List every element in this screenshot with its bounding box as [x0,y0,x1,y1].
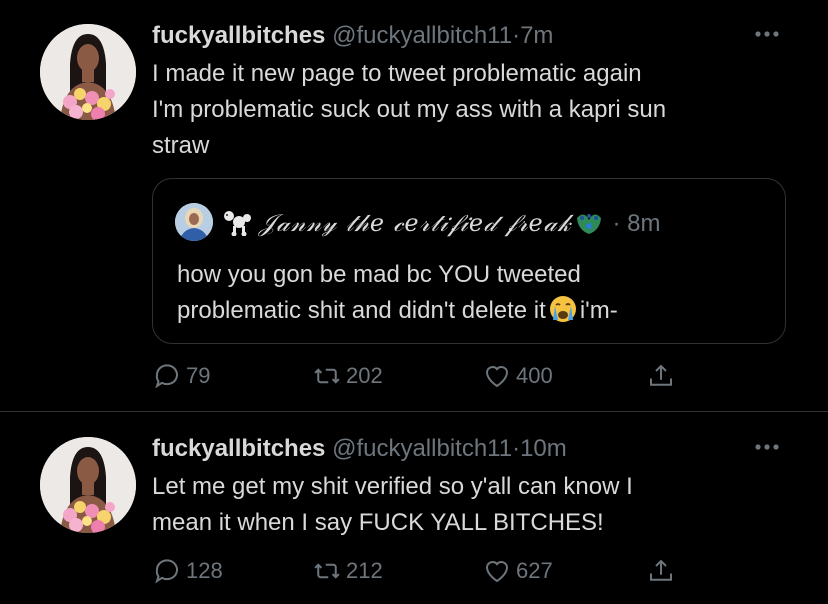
more-icon[interactable] [752,26,782,42]
quoted-text: how you gon be mad bc YOU tweeted proble… [177,257,767,329]
retweet-icon [314,563,340,579]
like-count: 400 [516,363,553,388]
share-icon [650,559,672,581]
timestamp[interactable]: 7m [520,22,553,49]
peacock-icon [576,214,601,234]
divider [0,411,828,412]
quoted-text-line: how you gon be mad bc YOU tweeted [177,261,581,288]
quoted-tweet[interactable]: 𝒥𝒶𝓃𝓃𝓎 𝓉𝒽𝑒 𝒸𝑒𝓇𝓉𝒾𝒻𝒾𝑒𝒹 𝒻𝓇𝑒𝒶𝓀 · 8m how you g… [152,178,786,344]
retweet-button[interactable]: 212 [312,553,383,589]
like-button[interactable]: 627 [482,553,553,589]
reply-count: 128 [186,558,223,583]
reply-icon [155,559,178,584]
separator: · [512,22,521,49]
retweet-count: 202 [346,363,383,388]
tweet-text-line: I'm problematic suck out my ass with a k… [152,96,667,123]
tweet-text-line: mean it when I say FUCK YALL BITCHES! [152,509,604,536]
tweet[interactable]: fuckyallbitches @fuckyallbitch11·7m I ma… [0,0,828,412]
timestamp[interactable]: 10m [520,435,567,462]
tweet-text: Let me get my shit verified so y'all can… [152,469,772,541]
retweet-count: 212 [346,558,383,583]
like-count: 627 [516,558,553,583]
reply-button[interactable]: 79 [152,358,210,394]
avatar[interactable] [40,437,136,533]
handle[interactable]: @fuckyallbitch11 [332,435,512,462]
more-icon[interactable] [752,439,782,455]
display-name[interactable]: fuckyallbitches [152,435,325,462]
poodle-icon [224,211,251,236]
quoted-text-segment: problematic shit and didn't delete it [177,297,546,324]
action-bar: 79 202 400 [152,358,752,394]
display-name[interactable]: fuckyallbitches [152,22,325,49]
heart-icon [485,366,509,388]
share-button[interactable] [646,358,680,394]
share-icon [650,364,672,386]
quoted-timestamp[interactable]: 8m [627,210,660,237]
tweet-text-line: I made it new page to tweet problematic … [152,60,642,87]
action-bar: 128 212 627 [152,553,752,589]
crying-face-icon [549,296,576,322]
quoted-display-name[interactable]: 𝒥𝒶𝓃𝓃𝓎 𝓉𝒽𝑒 𝒸𝑒𝓇𝓉𝒾𝒻𝒾𝑒𝒹 𝒻𝓇𝑒𝒶𝓀 [259,209,572,237]
reply-count: 79 [186,363,211,388]
retweet-icon [314,368,340,384]
handle[interactable]: @fuckyallbitch11 [332,22,512,49]
reply-button[interactable]: 128 [152,553,223,589]
separator: · [512,435,521,462]
tweet-text-line: straw [152,132,210,159]
share-button[interactable] [646,553,680,589]
tweet[interactable]: fuckyallbitches @fuckyallbitch11·10m Let… [0,413,828,604]
separator: · [612,210,621,237]
reply-icon [155,364,178,389]
tweet-text: I made it new page to tweet problematic … [152,56,772,164]
tweet-text-line: Let me get my shit verified so y'all can… [152,473,633,500]
quoted-text-line: problematic shit and didn't delete it i'… [177,293,767,329]
like-button[interactable]: 400 [482,358,553,394]
avatar[interactable] [40,24,136,120]
quoted-text-segment: i'm- [579,297,618,324]
heart-icon [485,561,509,583]
quoted-avatar[interactable] [175,203,213,241]
retweet-button[interactable]: 202 [312,358,383,394]
